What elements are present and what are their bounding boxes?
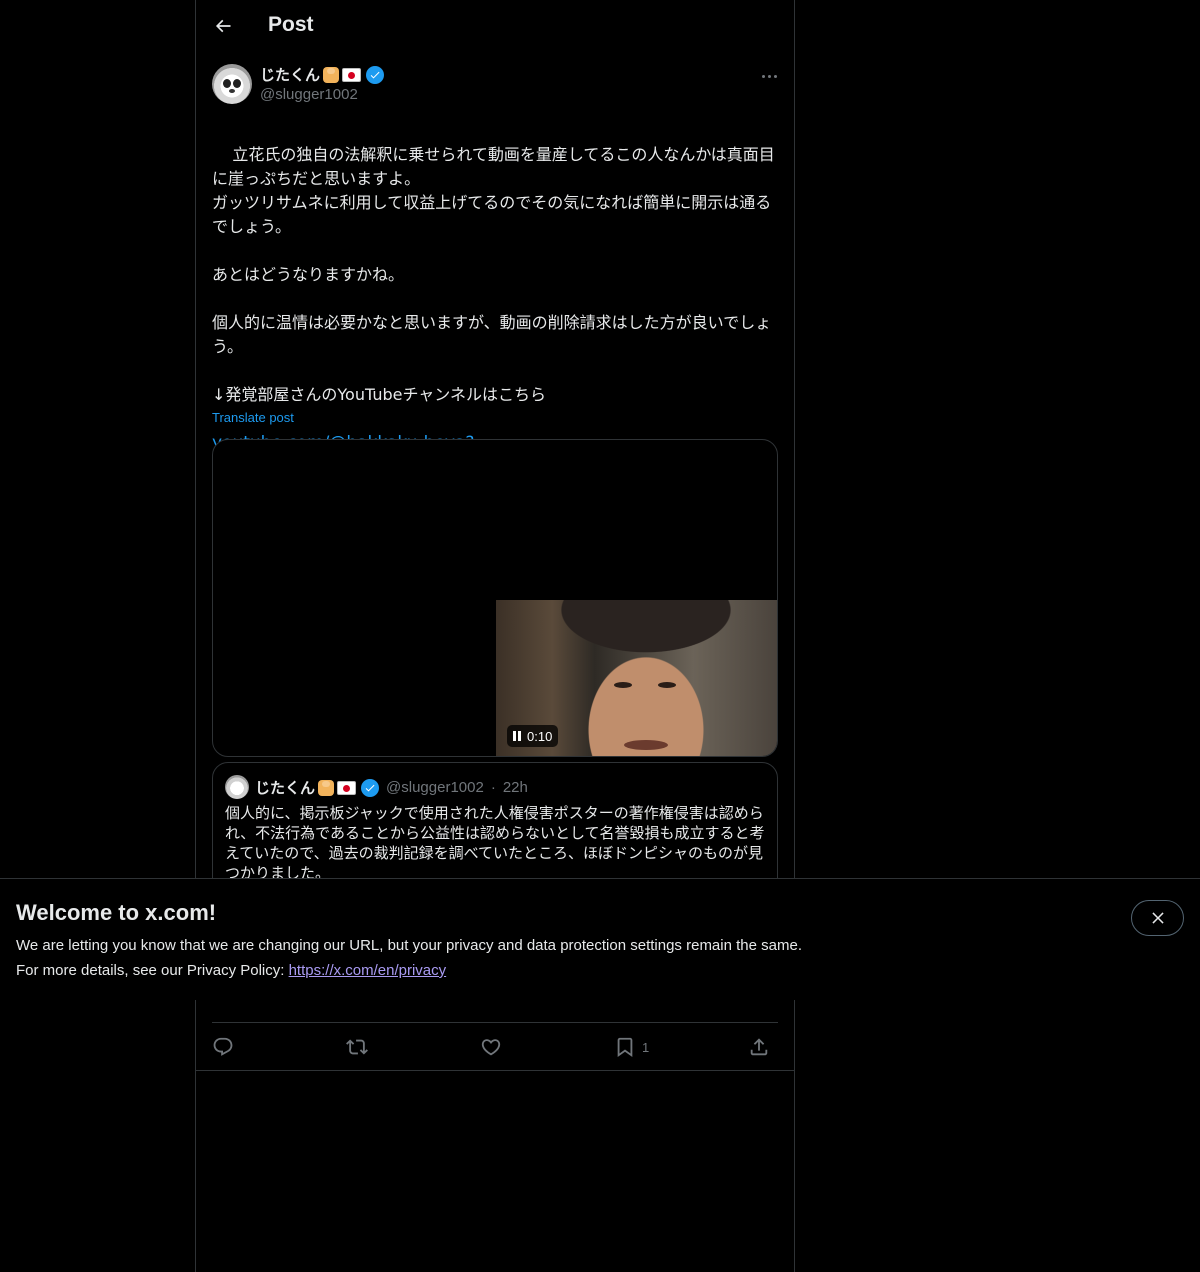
post-body: 立花氏の独自の法解釈に乗せられて動画を量産してるこの人なんかは真面目に崖っぷちだ… (212, 145, 775, 404)
post-header: Post (196, 0, 794, 53)
video-time: 0:10 (527, 728, 553, 744)
repost-button[interactable] (346, 1032, 368, 1062)
banner-privacy-prefix: For more details, see our Privacy Policy… (16, 962, 289, 979)
arrow-left-icon (215, 19, 231, 33)
quote-text: 個人的に、掲示板ジャックで使用された人権侵害ポスターの著作権侵害は認められ、不法… (225, 804, 765, 882)
like-button[interactable] (480, 1032, 502, 1062)
translate-post-link[interactable]: Translate post (212, 410, 294, 425)
japan-flag-emoji-icon (337, 780, 357, 795)
verified-badge-icon (361, 778, 380, 797)
back-button[interactable] (208, 11, 238, 41)
raised-hand-emoji-icon (318, 779, 335, 796)
reply-button[interactable] (212, 1032, 234, 1062)
author-name[interactable]: じたくん (260, 64, 320, 85)
privacy-policy-link[interactable]: https://x.com/en/privacy (289, 962, 447, 979)
raised-hand-emoji-icon (323, 66, 340, 83)
quote-timestamp: 22h (502, 779, 528, 796)
quote-separator: · (490, 779, 496, 796)
verified-badge-icon[interactable] (366, 65, 385, 84)
japan-flag-emoji-icon (342, 67, 362, 82)
close-icon (1151, 912, 1164, 924)
quote-avatar (225, 775, 249, 799)
divider (212, 1022, 778, 1023)
video-player[interactable]: 0:10 (212, 439, 778, 757)
banner-privacy-line: For more details, see our Privacy Policy… (16, 962, 446, 979)
bookmark-count: 1 (642, 1039, 650, 1055)
page-title: Post (268, 13, 314, 36)
action-bar: 1 (212, 1032, 778, 1062)
banner-message: We are letting you know that we are chan… (16, 937, 802, 954)
avatar[interactable] (212, 64, 252, 104)
video-time-badge[interactable]: 0:10 (507, 725, 559, 747)
repost-icon (346, 1039, 368, 1055)
banner-title: Welcome to x.com! (16, 900, 217, 925)
share-button[interactable] (748, 1032, 770, 1062)
quote-author-handle: @slugger1002 (386, 779, 484, 796)
like-icon (481, 1039, 501, 1056)
author-handle[interactable]: @slugger1002 (260, 86, 358, 103)
author-name-row[interactable]: じたくん (260, 64, 385, 85)
primary-column: Post じたくん @slugger1002 立花氏の独自の法解釈に乗せられて動… (195, 0, 795, 1272)
quote-header: じたくん @slugger1002 · 22h (255, 777, 528, 798)
bookmark-button[interactable]: 1 (614, 1032, 649, 1062)
more-icon (761, 74, 765, 78)
quote-author-name: じたくん (255, 780, 316, 797)
reply-icon (213, 1037, 233, 1056)
post-bottom-divider (196, 1070, 794, 1071)
banner-close-button[interactable] (1131, 900, 1184, 936)
pause-icon[interactable] (513, 731, 521, 741)
share-icon (750, 1038, 768, 1056)
more-button[interactable] (754, 64, 784, 88)
bookmark-icon (617, 1037, 633, 1058)
welcome-banner: Welcome to x.com! We are letting you kno… (0, 878, 1200, 1000)
